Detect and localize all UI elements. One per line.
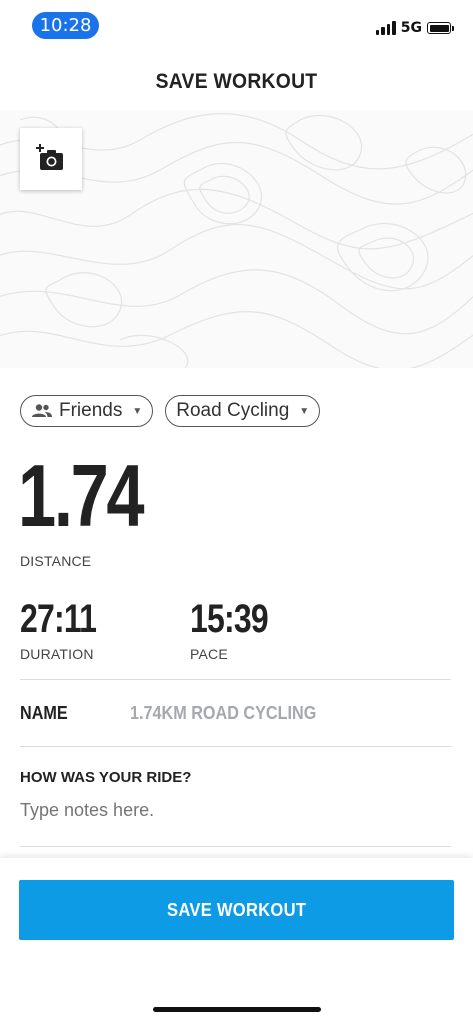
home-indicator[interactable] — [153, 1007, 321, 1012]
caret-down-icon: ▼ — [132, 405, 143, 417]
divider — [20, 679, 451, 680]
duration-label: DURATION — [20, 646, 94, 662]
pace-label: PACE — [190, 646, 228, 662]
visibility-dropdown[interactable]: Friends ▼ — [20, 395, 154, 427]
battery-icon — [427, 22, 454, 34]
add-photo-button[interactable] — [20, 128, 82, 190]
duration-value: 27:11 — [20, 597, 97, 641]
workout-chips: Friends ▼ Road Cycling ▼ — [20, 395, 321, 427]
pace-value: 15:39 — [190, 597, 269, 641]
save-workout-button[interactable]: SAVE WORKOUT — [19, 880, 454, 940]
add-photo-camera-icon — [36, 144, 63, 170]
people-icon — [32, 404, 52, 417]
visibility-label: Friends — [59, 400, 123, 421]
duration-stat: 27:11 DURATION — [20, 598, 115, 662]
distance-label: DISTANCE — [20, 553, 92, 569]
caret-down-icon: ▼ — [299, 405, 310, 417]
activity-type-dropdown[interactable]: Road Cycling ▼ — [165, 395, 321, 427]
notes-label: HOW WAS YOUR RIDE? — [20, 769, 192, 786]
distance-value: 1.74 — [18, 446, 145, 545]
page-title: SAVE WORKOUT — [155, 70, 318, 93]
save-workout-label: SAVE WORKOUT — [166, 899, 307, 920]
pace-stat: 15:39 PACE — [190, 598, 287, 662]
signal-icon — [375, 21, 396, 35]
status-indicators: 5G — [375, 20, 454, 36]
status-time: 10:28 — [32, 12, 99, 39]
notes-input[interactable] — [20, 800, 450, 821]
name-label: NAME — [20, 703, 68, 723]
divider — [20, 846, 451, 847]
activity-type-label: Road Cycling — [176, 400, 290, 421]
divider — [20, 746, 451, 747]
workout-name-field[interactable]: 1.74KM ROAD CYCLING — [130, 703, 316, 724]
network-type: 5G — [400, 20, 422, 36]
status-bar: 10:28 5G — [0, 0, 473, 50]
